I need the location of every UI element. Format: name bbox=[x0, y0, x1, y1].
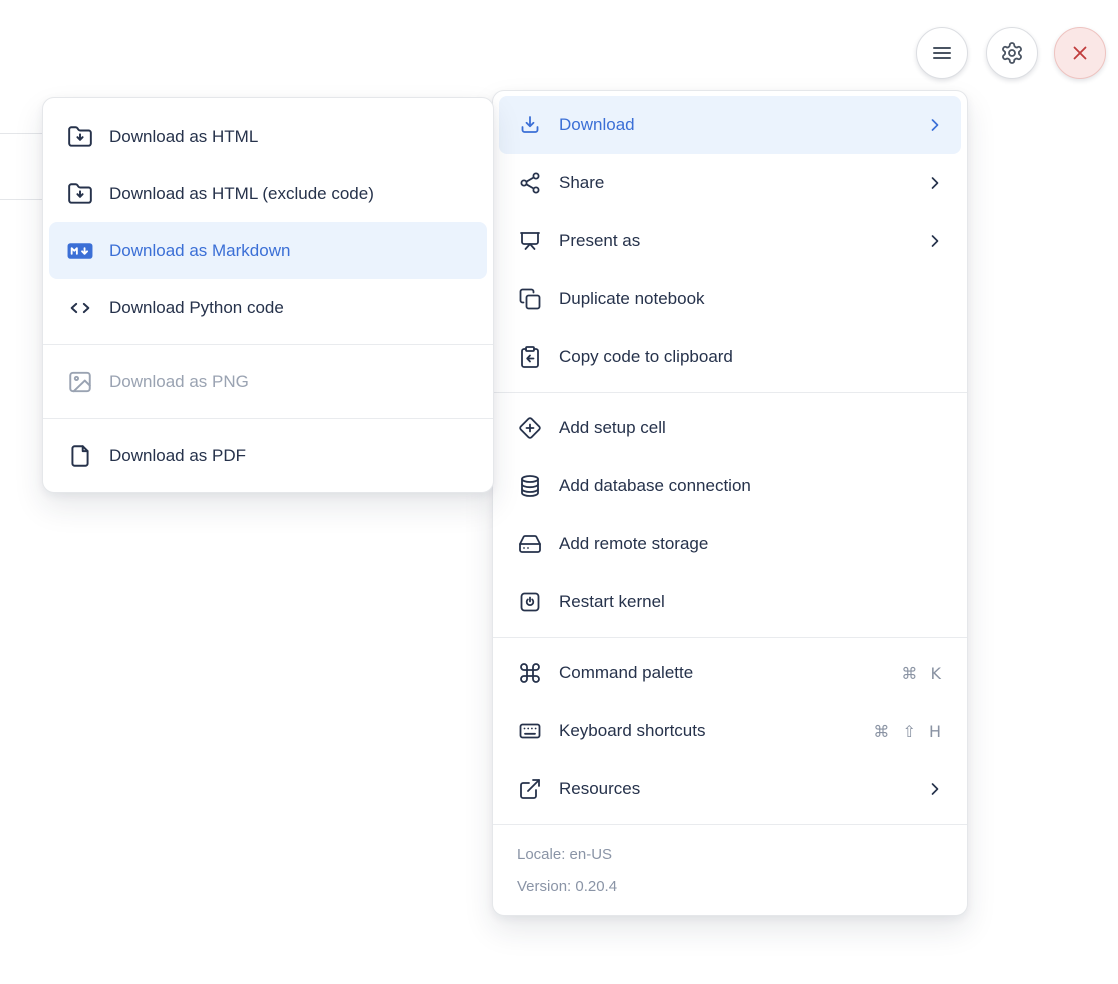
external-link-icon bbox=[517, 776, 543, 802]
copy-icon bbox=[517, 286, 543, 312]
chevron-right-icon bbox=[925, 173, 945, 193]
page-cell-border bbox=[0, 199, 42, 200]
chevron-right-icon bbox=[925, 231, 945, 251]
menu-item-download-as-html-exclude-code[interactable]: Download as HTML (exclude code) bbox=[49, 165, 487, 222]
menu-item-label: Add setup cell bbox=[559, 418, 947, 438]
settings-button[interactable] bbox=[986, 27, 1038, 79]
image-icon bbox=[67, 369, 93, 395]
menu-item-label: Add database connection bbox=[559, 476, 947, 496]
close-x-icon bbox=[1069, 42, 1091, 64]
code-icon bbox=[67, 295, 93, 321]
menu-item-label: Copy code to clipboard bbox=[559, 347, 947, 367]
gear-icon bbox=[1000, 41, 1024, 65]
menu-separator bbox=[493, 824, 967, 825]
menu-item-download-python-code[interactable]: Download Python code bbox=[49, 279, 487, 336]
menu-item-download-as-png[interactable]: Download as PNG bbox=[49, 353, 487, 410]
menu-item-label: Duplicate notebook bbox=[559, 289, 947, 309]
hard-drive-icon bbox=[517, 531, 543, 557]
shutdown-button[interactable] bbox=[1054, 27, 1106, 79]
share-icon bbox=[517, 170, 543, 196]
menu-item-label: Share bbox=[559, 173, 909, 193]
menu-item-download-as-markdown[interactable]: Download as Markdown bbox=[49, 222, 487, 279]
shortcut-hint: ⌘ ⇧ H bbox=[873, 722, 945, 741]
locale-text: Locale: en-US bbox=[517, 839, 943, 871]
menu-item-resources[interactable]: Resources bbox=[499, 760, 961, 818]
markdown-badge-icon bbox=[67, 238, 93, 264]
menu-item-label: Add remote storage bbox=[559, 534, 947, 554]
keyboard-icon bbox=[517, 718, 543, 744]
command-icon bbox=[517, 660, 543, 686]
menu-separator bbox=[43, 344, 493, 345]
menu-item-copy-code[interactable]: Copy code to clipboard bbox=[499, 328, 961, 386]
hamburger-menu-icon bbox=[930, 41, 954, 65]
menu-item-command-palette[interactable]: Command palette ⌘ K bbox=[499, 644, 961, 702]
menu-item-add-setup-cell[interactable]: Add setup cell bbox=[499, 399, 961, 457]
database-icon bbox=[517, 473, 543, 499]
notebook-menu-button[interactable] bbox=[916, 27, 968, 79]
menu-item-present-as[interactable]: Present as bbox=[499, 212, 961, 270]
menu-separator bbox=[43, 418, 493, 419]
file-icon bbox=[67, 443, 93, 469]
menu-item-label: Download as PDF bbox=[109, 446, 473, 466]
presentation-icon bbox=[517, 228, 543, 254]
menu-footer: Locale: en-US Version: 0.20.4 bbox=[493, 831, 967, 915]
menu-item-download[interactable]: Download bbox=[499, 96, 961, 154]
page-cell-border bbox=[0, 133, 42, 134]
menu-item-label: Keyboard shortcuts bbox=[559, 721, 857, 741]
folder-down-icon bbox=[67, 181, 93, 207]
menu-item-duplicate-notebook[interactable]: Duplicate notebook bbox=[499, 270, 961, 328]
clipboard-paste-icon bbox=[517, 344, 543, 370]
menu-item-label: Download as Markdown bbox=[109, 241, 473, 261]
menu-item-label: Download as HTML (exclude code) bbox=[109, 184, 473, 204]
menu-item-label: Resources bbox=[559, 779, 909, 799]
menu-item-keyboard-shortcuts[interactable]: Keyboard shortcuts ⌘ ⇧ H bbox=[499, 702, 961, 760]
diamond-plus-icon bbox=[517, 415, 543, 441]
chevron-right-icon bbox=[925, 115, 945, 135]
menu-item-label: Present as bbox=[559, 231, 909, 251]
download-submenu: Download as HTML Download as HTML (exclu… bbox=[42, 97, 494, 493]
menu-item-label: Download Python code bbox=[109, 298, 473, 318]
menu-item-share[interactable]: Share bbox=[499, 154, 961, 212]
power-icon bbox=[517, 589, 543, 615]
menu-item-add-remote-storage[interactable]: Add remote storage bbox=[499, 515, 961, 573]
menu-separator bbox=[493, 637, 967, 638]
menu-item-download-as-pdf[interactable]: Download as PDF bbox=[49, 427, 487, 484]
shortcut-hint: ⌘ K bbox=[901, 664, 945, 683]
menu-item-label: Download as HTML bbox=[109, 127, 473, 147]
folder-down-icon bbox=[67, 124, 93, 150]
menu-item-label: Restart kernel bbox=[559, 592, 947, 612]
menu-item-label: Command palette bbox=[559, 663, 885, 683]
version-text: Version: 0.20.4 bbox=[517, 871, 943, 903]
menu-item-label: Download as PNG bbox=[109, 372, 473, 392]
menu-item-add-database-connection[interactable]: Add database connection bbox=[499, 457, 961, 515]
menu-item-label: Download bbox=[559, 115, 909, 135]
notebook-actions-menu: Download Share Present as bbox=[492, 90, 968, 916]
menu-item-restart-kernel[interactable]: Restart kernel bbox=[499, 573, 961, 631]
chevron-right-icon bbox=[925, 779, 945, 799]
menu-separator bbox=[493, 392, 967, 393]
menu-item-download-as-html[interactable]: Download as HTML bbox=[49, 108, 487, 165]
download-icon bbox=[517, 112, 543, 138]
